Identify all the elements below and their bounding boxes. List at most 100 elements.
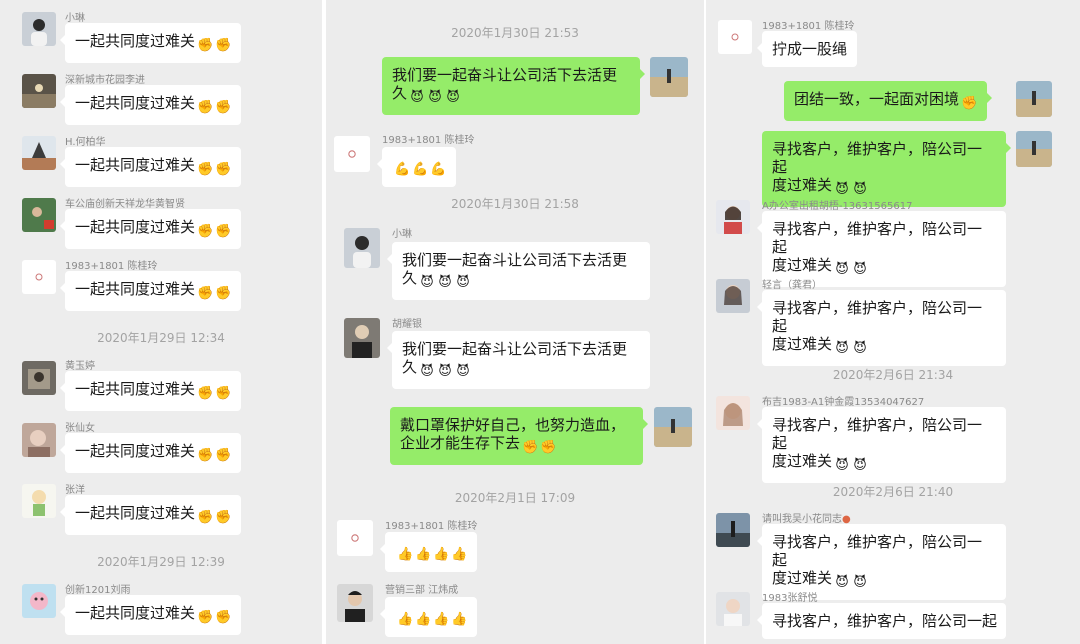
my-avatar[interactable] <box>654 407 692 447</box>
message-bubble[interactable]: 寻找客户，维护客户，陪公司一起 <box>757 603 1006 639</box>
avatar[interactable] <box>22 423 56 457</box>
sender-name: H.何柏华 <box>65 137 106 148</box>
message-text: 团结一致，一起面对困境 <box>794 90 960 108</box>
avatar[interactable] <box>22 260 56 294</box>
avatar[interactable] <box>22 74 56 108</box>
message-bubble-outgoing[interactable]: 寻找客户，维护客户，陪公司一起 度过难关 😈 😈 <box>762 131 1011 207</box>
thumbs-up-emoji: 👍 <box>415 547 432 562</box>
my-avatar[interactable] <box>1016 131 1052 167</box>
message-text: 寻找客户，维护客户，陪公司一起 <box>772 533 983 569</box>
devil-emoji: 😈 <box>456 275 470 290</box>
my-avatar[interactable] <box>650 57 688 97</box>
thumbs-up-emoji: 👍 <box>451 547 468 562</box>
message-text: 一起共同度过难关 <box>75 504 196 522</box>
timestamp: 2020年1月29日 12:34 <box>97 331 225 345</box>
avatar[interactable] <box>718 20 752 54</box>
message-bubble[interactable]: 💪 💪 💪 <box>377 147 456 187</box>
devil-emoji: 😈 <box>410 90 424 105</box>
timestamp: 2020年1月30日 21:58 <box>451 197 579 211</box>
devil-emoji: 😈 <box>438 364 452 379</box>
message-bubble[interactable]: 寻找客户，维护客户，陪公司一起 度过难关 😈 😈 <box>757 290 1006 366</box>
timestamp: 2020年1月29日 12:39 <box>97 555 225 569</box>
avatar[interactable] <box>716 200 750 234</box>
sender-name: 营销三部 江炜成 <box>385 585 459 596</box>
message-bubble[interactable]: 一起共同度过难关 ✊ ✊ <box>59 85 242 125</box>
avatar[interactable] <box>22 198 56 232</box>
chat-panel-right[interactable]: 1983+1801 陈桂玲 拧成一股绳 团结一致，一起面对困境 ✊ 寻找客户，维护… <box>706 0 1080 644</box>
message-bubble[interactable]: 一起共同度过难关 ✊ ✊ <box>59 371 242 411</box>
sender-name: 1983张舒悦 <box>762 593 818 604</box>
avatar[interactable] <box>22 484 56 518</box>
devil-emoji: 😈 <box>438 275 452 290</box>
avatar[interactable] <box>22 136 56 170</box>
message-text: 我们要一起奋斗让公司活下去活更 <box>402 251 628 269</box>
avatar[interactable] <box>334 136 370 172</box>
message-bubble[interactable]: 👍 👍 👍 👍 <box>380 597 477 637</box>
sender-name: 小琳 <box>65 13 85 24</box>
avatar[interactable] <box>716 592 750 626</box>
avatar[interactable] <box>337 584 373 622</box>
message-bubble[interactable]: 寻找客户，维护客户，陪公司一起 度过难关 😈 😈 <box>757 407 1006 483</box>
avatar[interactable] <box>716 513 750 547</box>
fist-emoji: ✊ <box>540 440 557 455</box>
devil-emoji: 😈 <box>853 458 867 473</box>
muscle-emoji: 💪 <box>412 162 429 177</box>
avatar[interactable] <box>22 12 56 46</box>
fist-emoji: ✊ <box>215 610 232 625</box>
sender-name: 创新1201刘雨 <box>65 585 131 596</box>
fist-emoji: ✊ <box>215 100 232 115</box>
devil-emoji: 😈 <box>835 262 849 277</box>
chat-panel-left[interactable]: 小琳 一起共同度过难关 ✊ ✊ 深新城市花园李进 一起共同度过难关 ✊ ✊ H.何柏华 … <box>0 0 322 644</box>
message-bubble[interactable]: 一起共同度过难关 ✊ ✊ <box>59 271 242 311</box>
message-bubble[interactable]: 我们要一起奋斗让公司活下去活更久 😈 😈 😈 <box>387 331 650 389</box>
message-text: 度过难关 <box>772 335 833 353</box>
thumbs-up-emoji: 👍 <box>433 547 450 562</box>
fist-emoji: ✊ <box>197 224 214 239</box>
message-text: 一起共同度过难关 <box>75 94 196 112</box>
timestamp: 2020年2月6日 21:34 <box>832 368 954 382</box>
message-text: 一起共同度过难关 <box>75 32 196 50</box>
avatar[interactable] <box>22 361 56 395</box>
avatar[interactable] <box>716 396 750 430</box>
devil-emoji: 😈 <box>420 275 434 290</box>
avatar[interactable] <box>344 318 380 358</box>
message-bubble[interactable]: 一起共同度过难关 ✊ ✊ <box>59 595 242 635</box>
devil-emoji: 😈 <box>853 341 867 356</box>
message-bubble[interactable]: 我们要一起奋斗让公司活下去活更久 😈 😈 😈 <box>387 242 650 300</box>
message-bubble-outgoing[interactable]: 团结一致，一起面对困境 ✊ <box>784 81 993 121</box>
message-bubble[interactable]: 👍 👍 👍 👍 <box>380 532 477 572</box>
message-text: 寻找客户，维护客户，陪公司一起 <box>772 140 983 176</box>
message-text: 寻找客户，维护客户，陪公司一起 <box>772 299 983 335</box>
message-bubble[interactable]: 一起共同度过难关 ✊ ✊ <box>59 209 242 249</box>
message-text: 寻找客户，维护客户，陪公司一起 <box>772 612 998 630</box>
message-text: 寻找客户，维护客户，陪公司一起 <box>772 220 983 256</box>
fist-emoji: ✊ <box>197 286 214 301</box>
sender-name: 1983+1801 陈桂玲 <box>65 261 158 272</box>
message-text: 我们要一起奋斗让公司活下去活更 <box>402 340 628 358</box>
message-bubble-outgoing[interactable]: 我们要一起奋斗让公司活下去活更久 😈 😈 😈 <box>382 57 645 115</box>
message-bubble[interactable]: 一起共同度过难关 ✊ ✊ <box>59 23 242 63</box>
message-text: 戴口罩保护好自己，也努力造血， <box>400 416 626 434</box>
avatar[interactable] <box>344 228 380 268</box>
devil-emoji: 😈 <box>835 458 849 473</box>
avatar[interactable] <box>337 520 373 556</box>
thumbs-up-emoji: 👍 <box>433 612 450 627</box>
message-bubble[interactable]: 一起共同度过难关 ✊ ✊ <box>59 495 242 535</box>
fist-emoji: ✊ <box>197 386 214 401</box>
message-bubble-outgoing[interactable]: 戴口罩保护好自己，也努力造血， 企业才能生存下去 ✊ ✊ <box>390 407 648 465</box>
chat-panel-middle[interactable]: 2020年1月30日 21:53 我们要一起奋斗让公司活下去活更久 😈 😈 😈 198… <box>326 0 704 644</box>
message-bubble[interactable]: 一起共同度过难关 ✊ ✊ <box>59 147 242 187</box>
message-text: 度过难关 <box>772 569 833 587</box>
message-text: 一起共同度过难关 <box>75 218 196 236</box>
avatar[interactable] <box>716 279 750 313</box>
avatar[interactable] <box>22 584 56 618</box>
my-avatar[interactable] <box>1016 81 1052 117</box>
fist-emoji: ✊ <box>215 162 232 177</box>
message-bubble[interactable]: 一起共同度过难关 ✊ ✊ <box>59 433 242 473</box>
fist-emoji: ✊ <box>961 96 978 111</box>
message-bubble[interactable]: 拧成一股绳 <box>756 31 858 67</box>
timestamp: 2020年1月30日 21:53 <box>451 26 579 40</box>
muscle-emoji: 💪 <box>394 162 411 177</box>
message-text: 久 <box>402 358 418 376</box>
fist-emoji: ✊ <box>522 440 539 455</box>
